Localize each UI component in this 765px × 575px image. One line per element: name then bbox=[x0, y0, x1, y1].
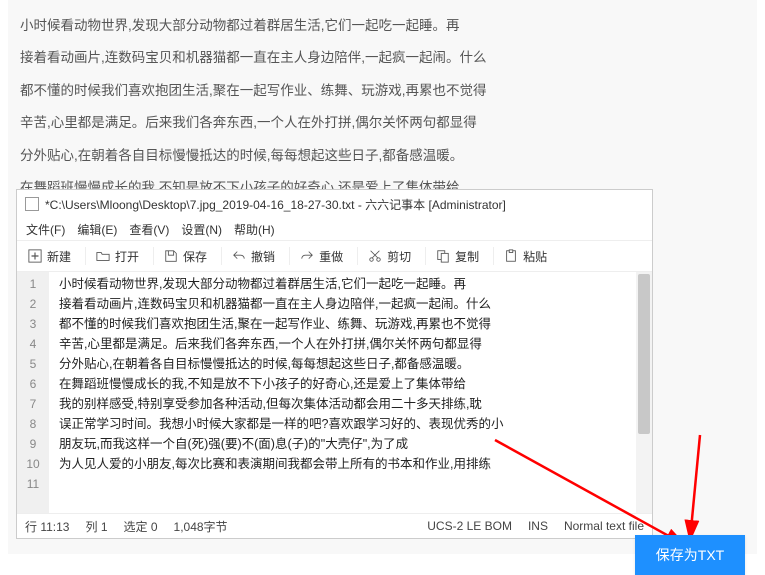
menu-settings[interactable]: 设置(N) bbox=[178, 221, 225, 238]
text-line: 我的别样感受,特别享受参加各种活动,但每次集体活动都会用二十多天排练,耽 bbox=[59, 394, 632, 414]
separator bbox=[153, 247, 154, 265]
btn-label: 保存 bbox=[183, 248, 207, 265]
status-col: 列 1 bbox=[85, 518, 107, 535]
btn-label: 粘贴 bbox=[523, 248, 547, 265]
redo-icon bbox=[300, 249, 314, 263]
scroll-thumb[interactable] bbox=[638, 274, 650, 434]
gutter-num: 8 bbox=[17, 414, 49, 434]
status-sel: 选定 0 bbox=[124, 518, 158, 535]
app-icon bbox=[25, 197, 39, 211]
text-line: 都不懂的时候我们喜欢抱团生活,聚在一起写作业、练舞、玩游戏,再累也不觉得 bbox=[59, 314, 632, 334]
menu-help[interactable]: 帮助(H) bbox=[231, 221, 278, 238]
copy-button[interactable]: 复制 bbox=[431, 245, 488, 268]
undo-button[interactable]: 撤销 bbox=[227, 245, 284, 268]
text-line: 为人见人爱的小朋友,每次比赛和表演期间我都会带上所有的书本和作业,用排练 bbox=[59, 454, 632, 474]
paste-button[interactable]: 粘贴 bbox=[499, 245, 556, 268]
separator bbox=[425, 247, 426, 265]
gutter-num: 2 bbox=[17, 294, 49, 314]
gutter-num: 5 bbox=[17, 354, 49, 374]
bg-line: 都不懂的时候我们喜欢抱团生活,聚在一起写作业、练舞、玩游戏,再累也不觉得 bbox=[20, 75, 745, 107]
paste-icon bbox=[504, 249, 518, 263]
gutter-num: 7 bbox=[17, 394, 49, 414]
separator bbox=[221, 247, 222, 265]
btn-label: 撤销 bbox=[251, 248, 275, 265]
bg-line: 小时候看动物世界,发现大部分动物都过着群居生活,它们一起吃一起睡。再 bbox=[20, 10, 745, 42]
status-line: 行 11:13 bbox=[25, 518, 69, 535]
background-text: 小时候看动物世界,发现大部分动物都过着群居生活,它们一起吃一起睡。再 接着看动画… bbox=[20, 10, 745, 204]
save-button[interactable]: 保存 bbox=[159, 245, 216, 268]
bg-line: 接着看动画片,连数码宝贝和机器猫都一直在主人身边陪伴,一起疯一起闹。什么 bbox=[20, 42, 745, 74]
bg-line: 分外贴心,在朝着各自目标慢慢抵达的时候,每每想起这些日子,都备感温暖。 bbox=[20, 140, 745, 172]
gutter-num: 6 bbox=[17, 374, 49, 394]
new-button[interactable]: 新建 bbox=[23, 245, 80, 268]
bg-line: 辛苦,心里都是满足。后来我们各奔东西,一个人在外打拼,偶尔关怀两句都显得 bbox=[20, 107, 745, 139]
statusbar: 行 11:13 列 1 选定 0 1,048字节 UCS-2 LE BOM IN… bbox=[17, 514, 652, 538]
minimize-icon[interactable] bbox=[608, 199, 618, 209]
separator bbox=[85, 247, 86, 265]
folder-icon bbox=[96, 249, 110, 263]
menu-file[interactable]: 文件(F) bbox=[23, 221, 68, 238]
gutter-num: 1 bbox=[17, 274, 49, 294]
status-enc: UCS-2 LE BOM bbox=[427, 519, 512, 533]
editor-area: 1 2 3 4 5 6 7 8 9 10 11 小时候看动物世界,发现大部分动物… bbox=[17, 272, 652, 514]
separator bbox=[289, 247, 290, 265]
maximize-icon[interactable] bbox=[621, 199, 631, 209]
cut-icon bbox=[368, 249, 382, 263]
separator bbox=[493, 247, 494, 265]
plus-icon bbox=[28, 249, 42, 263]
text-line: 接着看动画片,连数码宝贝和机器猫都一直在主人身边陪伴,一起疯一起闹。什么 bbox=[59, 294, 632, 314]
btn-label: 打开 bbox=[115, 248, 139, 265]
btn-label: 复制 bbox=[455, 248, 479, 265]
menubar: 文件(F) 编辑(E) 查看(V) 设置(N) 帮助(H) bbox=[17, 218, 652, 240]
btn-label: 保存为TXT bbox=[656, 545, 724, 565]
status-bytes: 1,048字节 bbox=[174, 518, 228, 535]
titlebar[interactable]: *C:\Users\Mloong\Desktop\7.jpg_2019-04-1… bbox=[17, 190, 652, 218]
gutter-num: 3 bbox=[17, 314, 49, 334]
btn-label: 重做 bbox=[319, 248, 343, 265]
text-content[interactable]: 小时候看动物世界,发现大部分动物都过着群居生活,它们一起吃一起睡。再 接着看动画… bbox=[49, 272, 636, 513]
status-mode: Normal text file bbox=[564, 519, 644, 533]
save-icon bbox=[164, 249, 178, 263]
copy-icon bbox=[436, 249, 450, 263]
separator bbox=[357, 247, 358, 265]
gutter-num: 11 bbox=[17, 474, 49, 494]
open-button[interactable]: 打开 bbox=[91, 245, 148, 268]
btn-label: 剪切 bbox=[387, 248, 411, 265]
notepad-window: *C:\Users\Mloong\Desktop\7.jpg_2019-04-1… bbox=[16, 189, 653, 539]
text-line: 小时候看动物世界,发现大部分动物都过着群居生活,它们一起吃一起睡。再 bbox=[59, 274, 632, 294]
cut-button[interactable]: 剪切 bbox=[363, 245, 420, 268]
text-line: 辛苦,心里都是满足。后来我们各奔东西,一个人在外打拼,偶尔关怀两句都显得 bbox=[59, 334, 632, 354]
toolbar: 新建 打开 保存 撤销 重做 剪切 复制 粘贴 bbox=[17, 240, 652, 272]
close-icon[interactable] bbox=[634, 199, 644, 209]
redo-button[interactable]: 重做 bbox=[295, 245, 352, 268]
vertical-scrollbar[interactable] bbox=[636, 272, 652, 513]
btn-label: 新建 bbox=[47, 248, 71, 265]
status-ins: INS bbox=[528, 519, 548, 533]
line-gutter: 1 2 3 4 5 6 7 8 9 10 11 bbox=[17, 272, 49, 513]
save-as-txt-button[interactable]: 保存为TXT bbox=[635, 535, 745, 575]
gutter-num: 4 bbox=[17, 334, 49, 354]
text-line: 朋友玩,而我这样一个自(死)强(要)不(面)息(子)的"大壳仔",为了成 bbox=[59, 434, 632, 454]
gutter-num: 9 bbox=[17, 434, 49, 454]
gutter-num: 10 bbox=[17, 454, 49, 474]
menu-edit[interactable]: 编辑(E) bbox=[74, 221, 120, 238]
menu-view[interactable]: 查看(V) bbox=[126, 221, 172, 238]
text-line: 在舞蹈班慢慢成长的我,不知是放不下小孩子的好奇心,还是爱上了集体带给 bbox=[59, 374, 632, 394]
undo-icon bbox=[232, 249, 246, 263]
text-line: 误正常学习时间。我想小时候大家都是一样的吧?喜欢跟学习好的、表现优秀的小 bbox=[59, 414, 632, 434]
text-line: 分外贴心,在朝着各自目标慢慢抵达的时候,每每想起这些日子,都备感温暖。 bbox=[59, 354, 632, 374]
window-title: *C:\Users\Mloong\Desktop\7.jpg_2019-04-1… bbox=[45, 196, 605, 213]
